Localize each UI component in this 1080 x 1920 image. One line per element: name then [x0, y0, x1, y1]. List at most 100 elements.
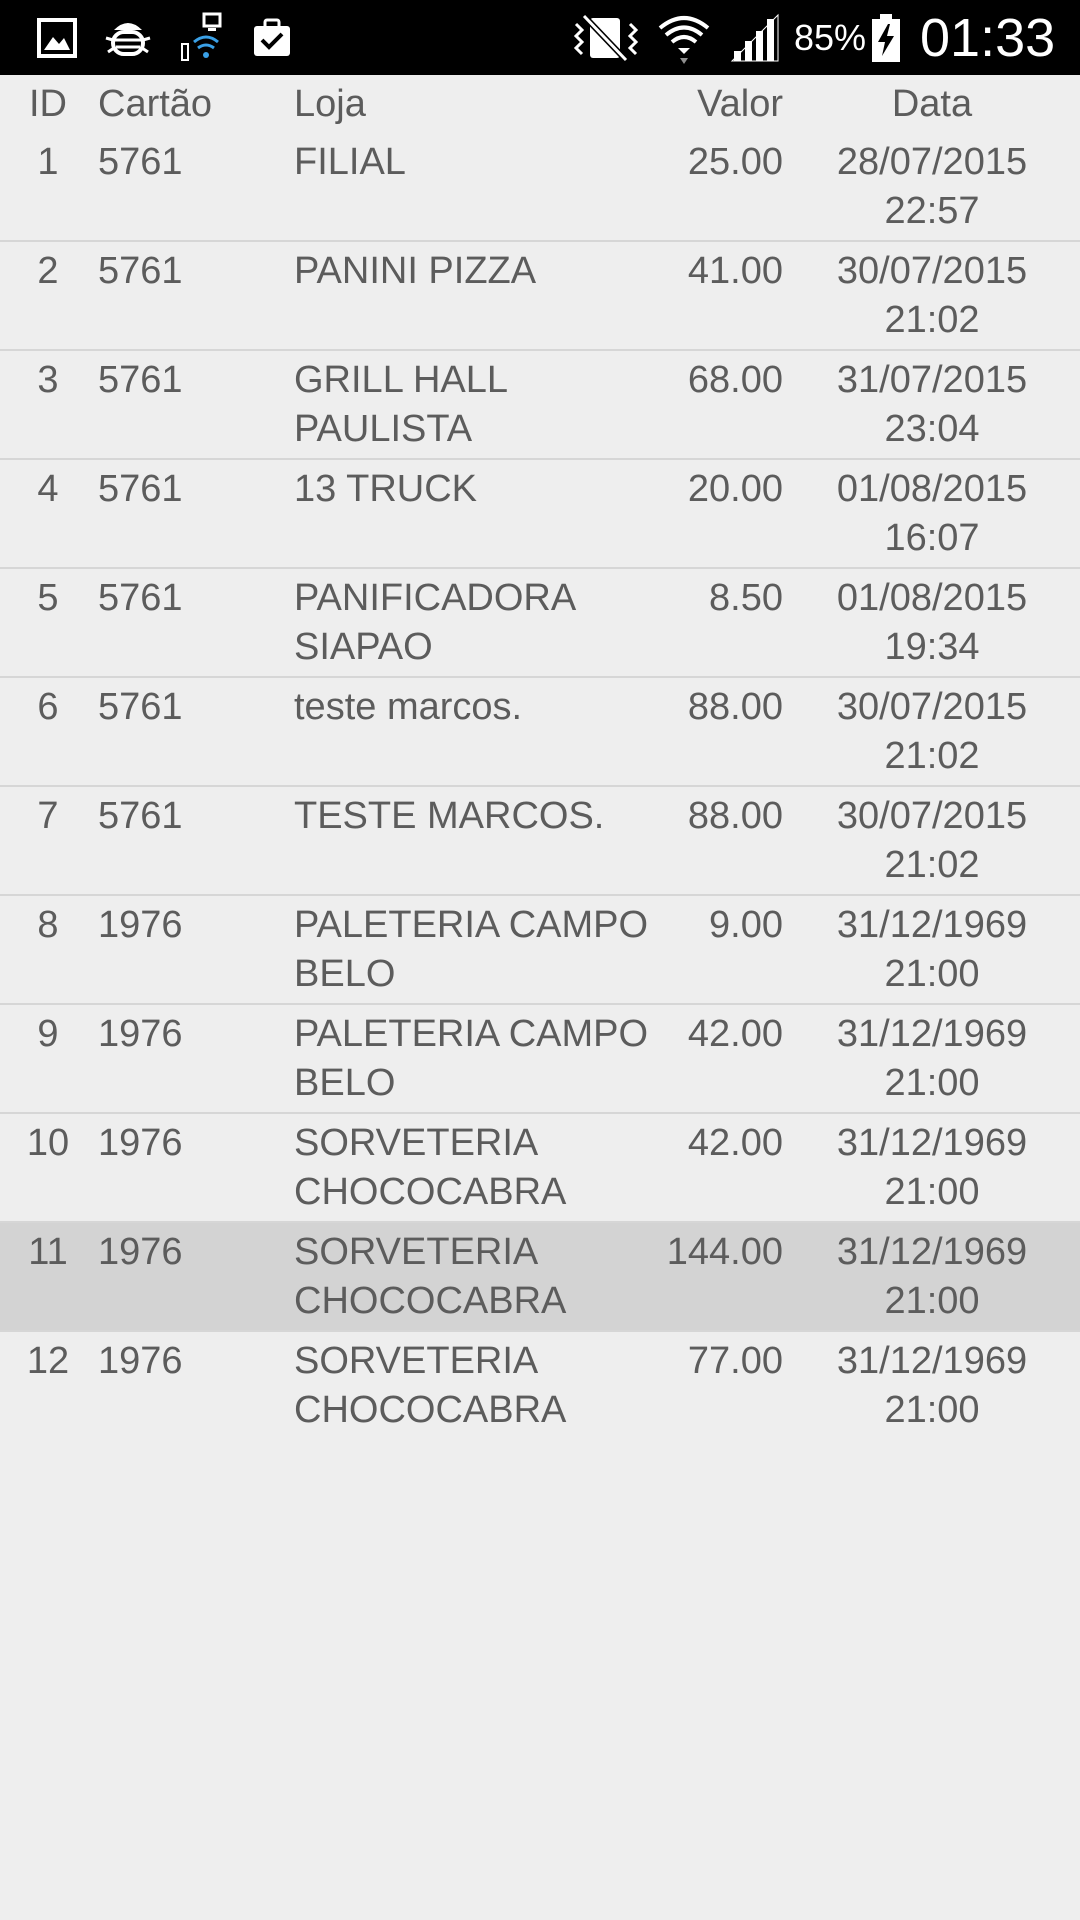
row-value: 144.00	[666, 1231, 783, 1273]
row-datetime: 01/08/2015 19:34	[806, 574, 1058, 672]
row-date: 30/07/2015	[836, 686, 1028, 728]
row-store: SORVETERIA CHOCOCABRA	[294, 1231, 567, 1322]
row-id: 11	[28, 1231, 68, 1273]
row-value: 8.50	[709, 577, 783, 619]
row-id: 7	[37, 795, 59, 837]
row-date: 31/12/1969	[836, 1122, 1028, 1164]
row-card: 5761	[98, 577, 183, 619]
row-value: 42.00	[687, 1013, 783, 1055]
battery-percent: 85%	[794, 17, 867, 58]
row-id: 6	[37, 686, 59, 728]
row-store: TESTE MARCOS.	[294, 795, 605, 837]
row-value: 25.00	[687, 141, 783, 183]
row-time: 22:57	[884, 190, 980, 232]
row-datetime: 01/08/2015 16:07	[806, 465, 1058, 563]
row-datetime: 31/12/1969 21:00	[806, 1228, 1058, 1326]
row-store: PANINI PIZZA	[294, 250, 537, 292]
row-datetime: 30/07/2015 21:02	[806, 247, 1058, 345]
header-id: ID	[29, 83, 67, 125]
table-row[interactable]: 4 5761 13 TRUCK 20.00 01/08/2015 16:07	[0, 460, 1080, 569]
row-value: 20.00	[687, 468, 783, 510]
row-date: 31/12/1969	[836, 904, 1028, 946]
status-clock: 01:33	[920, 8, 1056, 68]
header-value: Valor	[697, 83, 783, 125]
table-row[interactable]: 12 1976 SORVETERIA CHOCOCABRA 77.00 31/12/19…	[0, 1332, 1080, 1439]
table-row[interactable]: 8 1976 PALETERIA CAMPO BELO 9.00 31/12/1969 2…	[0, 896, 1080, 1005]
row-time: 21:02	[884, 844, 980, 886]
row-store: 13 TRUCK	[294, 468, 478, 510]
table-row[interactable]: 6 5761 teste marcos. 88.00 30/07/2015 21:02	[0, 678, 1080, 787]
row-time: 21:00	[884, 1389, 980, 1431]
row-datetime: 31/12/1969 21:00	[806, 901, 1058, 999]
row-id: 8	[37, 904, 59, 946]
table-row[interactable]: 5 5761 PANIFICADORA SIAPAO 8.50 01/08/2015 19…	[0, 569, 1080, 678]
row-card: 1976	[98, 1231, 183, 1273]
table-row[interactable]: 7 5761 TESTE MARCOS. 88.00 30/07/2015 21:02	[0, 787, 1080, 896]
table-row[interactable]: 11 1976 SORVETERIA CHOCOCABRA 144.00 31/12/1…	[0, 1223, 1080, 1332]
clipboard-check-icon	[250, 10, 294, 66]
row-card: 5761	[98, 468, 183, 510]
table-body: 1 5761 FILIAL 25.00 28/07/2015 22:57 2 5761 PANI…	[0, 133, 1080, 1439]
row-value: 88.00	[687, 686, 783, 728]
table-row[interactable]: 10 1976 SORVETERIA CHOCOCABRA 42.00 31/12/19…	[0, 1114, 1080, 1223]
row-card: 1976	[98, 904, 183, 946]
row-time: 21:02	[884, 735, 980, 777]
status-bar: 85% 01:33	[0, 0, 1080, 75]
row-datetime: 30/07/2015 21:02	[806, 683, 1058, 781]
row-datetime: 31/12/1969 21:00	[806, 1119, 1058, 1217]
row-id: 1	[37, 141, 59, 183]
row-time: 21:00	[884, 1171, 980, 1213]
row-card: 5761	[98, 359, 183, 401]
table-row[interactable]: 2 5761 PANINI PIZZA 41.00 30/07/2015 21:02	[0, 242, 1080, 351]
row-time: 23:04	[884, 408, 980, 450]
row-date: 28/07/2015	[836, 141, 1028, 183]
row-store: FILIAL	[294, 141, 406, 183]
row-date: 30/07/2015	[836, 250, 1028, 292]
row-time: 19:34	[884, 626, 980, 668]
row-id: 2	[37, 250, 59, 292]
row-date: 01/08/2015	[836, 577, 1028, 619]
row-date: 31/12/1969	[836, 1231, 1028, 1273]
header-date: Data	[891, 83, 973, 125]
row-value: 88.00	[687, 795, 783, 837]
row-datetime: 30/07/2015 21:02	[806, 792, 1058, 890]
row-card: 1976	[98, 1013, 183, 1055]
row-value: 77.00	[687, 1340, 783, 1382]
row-date: 31/12/1969	[836, 1013, 1028, 1055]
row-datetime: 31/12/1969 21:00	[806, 1337, 1058, 1435]
row-time: 21:00	[884, 953, 980, 995]
table-row[interactable]: 1 5761 FILIAL 25.00 28/07/2015 22:57	[0, 133, 1080, 242]
row-time: 16:07	[884, 517, 980, 559]
row-datetime: 31/12/1969 21:00	[806, 1010, 1058, 1108]
row-value: 41.00	[687, 250, 783, 292]
signal-icon	[730, 10, 780, 66]
row-datetime: 28/07/2015 22:57	[806, 138, 1058, 236]
row-time: 21:00	[884, 1280, 980, 1322]
row-value: 9.00	[709, 904, 783, 946]
vibrate-icon	[570, 10, 642, 66]
row-card: 1976	[98, 1122, 183, 1164]
row-id: 10	[26, 1122, 70, 1164]
row-store: PANIFICADORA SIAPAO	[294, 577, 575, 668]
row-card: 1976	[98, 1340, 183, 1382]
row-store: SORVETERIA CHOCOCABRA	[294, 1340, 567, 1431]
row-value: 42.00	[687, 1122, 783, 1164]
computer-wifi-icon	[178, 10, 226, 66]
row-time: 21:02	[884, 299, 980, 341]
row-id: 5	[37, 577, 59, 619]
row-store: GRILL HALL PAULISTA	[294, 359, 507, 450]
row-value: 68.00	[687, 359, 783, 401]
battery-charging-icon	[870, 10, 902, 66]
transactions-table: ID Cartão Loja Valor Data 1 5761 FILIAL 25.…	[0, 75, 1080, 1439]
row-card: 5761	[98, 141, 183, 183]
row-date: 31/12/1969	[836, 1340, 1028, 1382]
table-row[interactable]: 3 5761 GRILL HALL PAULISTA 68.00 31/07/2015 2…	[0, 351, 1080, 460]
table-row[interactable]: 9 1976 PALETERIA CAMPO BELO 42.00 31/12/1969…	[0, 1005, 1080, 1114]
row-id: 3	[37, 359, 59, 401]
wifi-icon	[656, 10, 712, 66]
row-id: 12	[26, 1340, 70, 1382]
row-time: 21:00	[884, 1062, 980, 1104]
row-id: 4	[37, 468, 59, 510]
header-card: Cartão	[98, 83, 213, 125]
row-card: 5761	[98, 250, 183, 292]
